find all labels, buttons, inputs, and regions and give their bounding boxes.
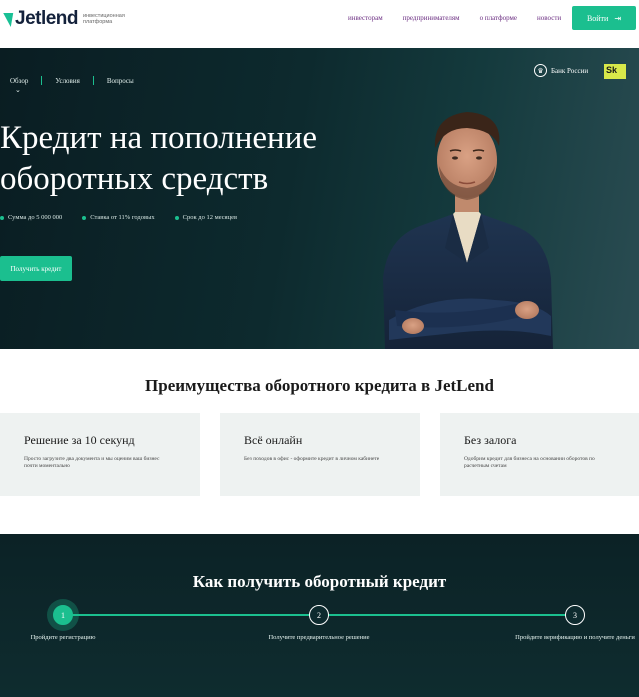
step-2-label: Получите предварительное решение [268,634,370,641]
step-1-circle[interactable]: 1 [53,605,73,625]
nav-entrepreneurs[interactable]: предпринимателям [403,14,460,22]
logo-subtitle: инвестиционная платформа [83,13,125,25]
tab-overview[interactable]: Обзор [10,77,41,85]
advantage-card-text: Просто загрузите два документа и мы оцен… [24,456,160,469]
login-button[interactable]: Войти ⇥ [572,6,636,30]
advantage-card-text: Одобрим кредит для бизнеса на основании … [464,456,595,469]
advantage-card: Решение за 10 секунд Просто загрузите дв… [0,413,200,496]
bank-of-russia-logo: ♛ Банк России [534,64,588,77]
bullet-icon [0,215,4,220]
step-3-label: Пройдите верификацию и получите деньги [515,634,635,641]
logo-mark-icon [0,13,14,27]
get-credit-button[interactable]: Получить кредит [0,256,72,281]
advantage-card: Без залога Одобрим кредит для бизнеса на… [440,413,639,496]
hero-section: Обзор Условия Вопросы ⌄ ♛ Банк России Sk… [0,48,639,349]
steps-section: Как получить оборотный кредит 1 2 3 Прой… [0,534,639,697]
advantages-cards: Решение за 10 секунд Просто загрузите дв… [0,413,639,496]
nav-about[interactable]: о платформе [480,14,517,22]
hero-title: Кредит на пополнение оборотных средств [0,120,318,197]
advantage-card-title: Решение за 10 секунд [24,433,135,447]
step-3-circle[interactable]: 3 [565,605,585,625]
eagle-icon: ♛ [534,64,547,77]
businessman-image [383,112,553,349]
advantage-card-text: Без походов в офис - оформите кредит в л… [244,456,380,462]
bullet-icon [82,215,87,220]
feature-term: Срок до 12 месяцев [174,214,238,221]
skolkovo-logo: Sk [604,64,626,79]
main-nav: инвесторам предпринимателям о платформе … [348,14,561,22]
site-header: Jetlend инвестиционная платформа инвесто… [0,0,639,48]
advantages-title: Преимущества оборотного кредита в JetLen… [145,376,494,395]
advantage-card-title: Всё онлайн [244,433,303,447]
advantage-card-title: Без залога [464,433,517,447]
steps-title: Как получить оборотный кредит [192,572,447,591]
advantage-card: Всё онлайн Без походов в офис - оформите… [220,413,420,496]
step-2-circle[interactable]: 2 [309,605,329,625]
login-label: Войти [586,13,609,23]
nav-news[interactable]: новости [537,14,561,22]
feature-term-text: Срок до 12 месяцев [182,214,238,221]
bullet-icon [174,215,179,220]
feature-amount: Сумма до 5 000 000 [0,214,62,221]
jetlend-logo[interactable]: Jetlend инвестиционная платформа [0,8,127,30]
hero-tabs: Обзор Условия Вопросы ⌄ [10,76,147,94]
nav-investors[interactable]: инвесторам [348,14,383,22]
hero-features: Сумма до 5 000 000 Ставка от 11% годовых… [0,214,237,221]
chevron-down-icon: ⌄ [15,86,21,94]
feature-rate-text: Ставка от 11% годовых [90,214,155,221]
step-1-label: Пройдите регистрацию [30,634,96,641]
feature-rate: Ставка от 11% годовых [82,214,155,221]
feature-amount-text: Сумма до 5 000 000 [8,214,63,221]
bank-label: Банк России [551,66,589,75]
login-icon: ⇥ [614,13,622,23]
logo-text: Jetlend [15,8,79,29]
tab-conditions[interactable]: Условия [42,77,93,85]
tab-questions[interactable]: Вопросы [94,77,147,85]
